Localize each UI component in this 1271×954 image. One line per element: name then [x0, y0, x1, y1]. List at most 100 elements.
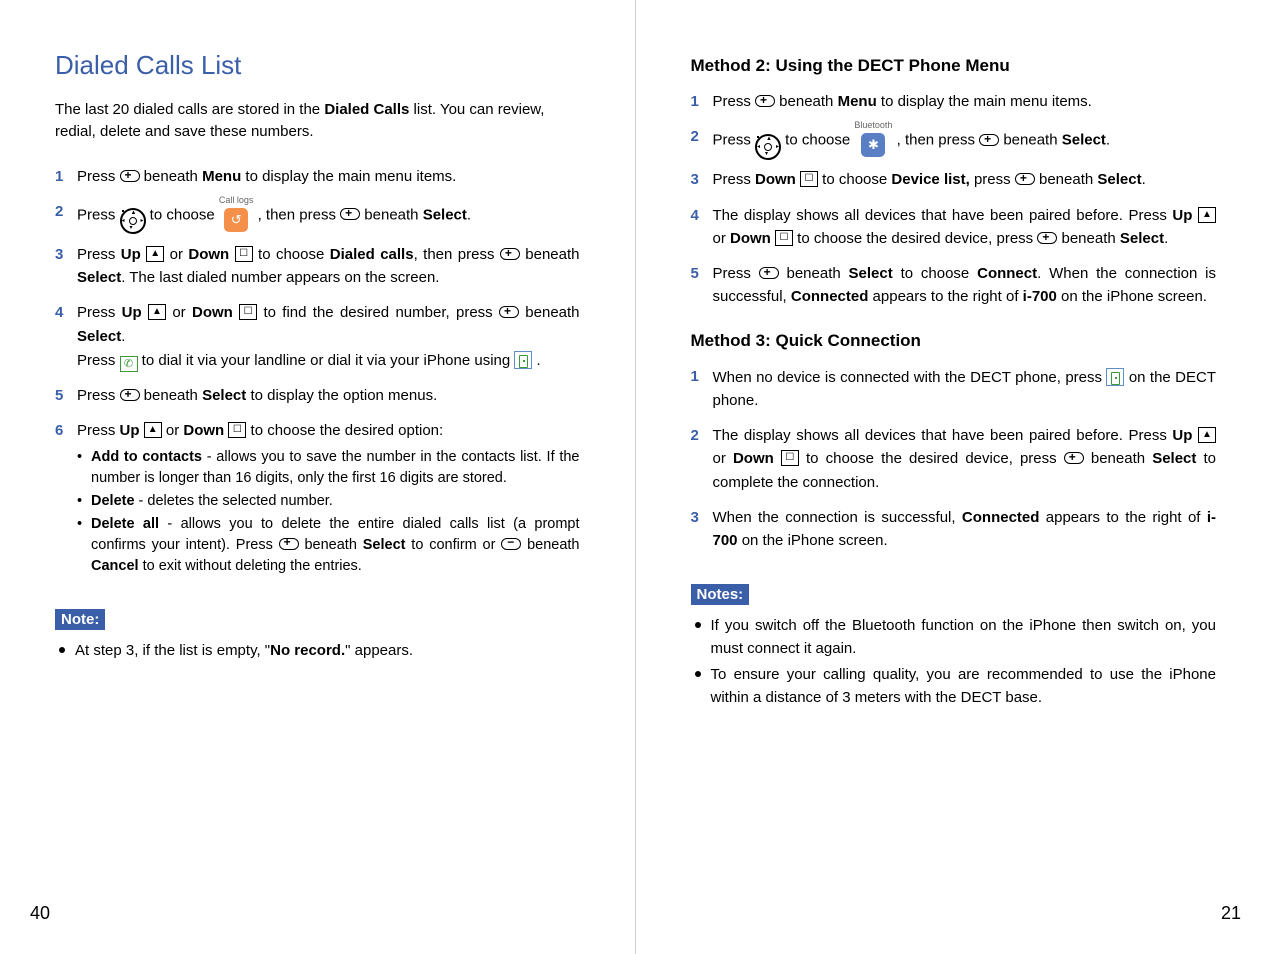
t: Press [713, 93, 756, 110]
t: or [713, 230, 731, 247]
intro-a: The last 20 dialed calls are stored in t… [55, 101, 324, 118]
t: The display shows all devices that have … [713, 427, 1173, 444]
step-4: 4 Press Up ▲ or Down ☐ to find the desir… [55, 301, 580, 372]
t: to confirm or [405, 537, 501, 553]
down-label: Down [733, 450, 774, 467]
t: press [970, 171, 1015, 188]
up-label: Up [1172, 207, 1192, 224]
notes-badge: Notes: [691, 584, 750, 605]
m2-step-1: 1 Press beneath Menu to display the main… [691, 90, 1217, 113]
intro-b: Dialed Calls [324, 101, 409, 118]
m3-step-2: 2 The display shows all devices that hav… [691, 424, 1217, 494]
softkey-plus-icon [1037, 232, 1057, 244]
t: Press [77, 206, 120, 223]
t: - deletes the selected number. [135, 493, 333, 509]
select-label: Select [849, 265, 893, 282]
menu-label: Menu [838, 93, 877, 110]
bluetooth-app-icon: Bluetooth✱ [854, 121, 892, 152]
connected-label: Connected [791, 288, 869, 305]
select-label: Select [202, 387, 246, 404]
t: Press [77, 387, 120, 404]
opt-delete-all: Delete all - allows you to delete the en… [77, 514, 580, 577]
down-key-icon: ☐ [235, 246, 253, 262]
t: beneath [999, 132, 1062, 149]
t: . [1164, 230, 1168, 247]
t: Delete all [91, 516, 159, 532]
up-key-icon: ▲ [146, 246, 164, 262]
softkey-plus-icon [759, 267, 779, 279]
t: to choose the desired option: [246, 422, 443, 439]
down-key-icon: ☐ [239, 304, 257, 320]
m2-step-5: 5 Press beneath Select to choose Connect… [691, 262, 1217, 309]
heading-dialed-calls: Dialed Calls List [55, 50, 580, 81]
down-label: Down [192, 304, 233, 321]
softkey-plus-icon [120, 389, 140, 401]
step-num: 3 [55, 243, 63, 266]
step-num: 3 [691, 506, 699, 529]
page-number-right: 21 [1221, 903, 1241, 924]
up-key-icon: ▲ [1198, 427, 1216, 443]
step-num: 5 [55, 384, 63, 407]
t: When no device is connected with the DEC… [713, 369, 1107, 386]
down-label: Down [730, 230, 771, 247]
t: Press [77, 304, 122, 321]
t: beneath [519, 304, 580, 321]
nav-ring-icon: ▲▾◂▸ [120, 208, 146, 234]
note-badge: Note: [55, 609, 105, 630]
note-item: To ensure your calling quality, you are … [691, 664, 1217, 709]
t: beneath [779, 265, 849, 282]
softkey-plus-icon [1064, 452, 1084, 464]
t: to display the main menu items. [241, 168, 456, 185]
step-num: 1 [691, 90, 699, 113]
t: Press [713, 265, 759, 282]
t: beneath [775, 93, 838, 110]
step6-options: Add to contacts - allows you to save the… [77, 447, 580, 577]
t: to choose [146, 206, 219, 223]
softkey-plus-icon [279, 538, 299, 550]
t: , then press [253, 206, 340, 223]
t: to dial it via your landline or dial it … [138, 352, 515, 369]
select-label: Select [1097, 171, 1141, 188]
step-5: 5 Press beneath Select to display the op… [55, 384, 580, 407]
t: to display the option menus. [246, 387, 437, 404]
up-label: Up [122, 304, 142, 321]
t: on the iPhone screen. [1057, 288, 1207, 305]
dialed-label: Dialed calls [330, 246, 414, 263]
t: to exit without deleting the entries. [139, 558, 362, 574]
down-label: Down [755, 171, 796, 188]
t: on the iPhone screen. [738, 532, 888, 549]
step-1: 1 Press beneath Menu to display the main… [55, 165, 580, 188]
step-num: 4 [691, 204, 699, 227]
t: to display the main menu items. [877, 93, 1092, 110]
model-label: i-700 [1023, 288, 1057, 305]
step-2: 2 Press ▲▾◂▸ to choose Call logs↺ , then… [55, 200, 580, 231]
t: , then press [414, 246, 500, 263]
softkey-plus-icon [755, 95, 775, 107]
t: or [713, 450, 733, 467]
notes-list-left: At step 3, if the list is empty, "No rec… [55, 640, 580, 663]
opt-delete: Delete - deletes the selected number. [77, 491, 580, 512]
t: When the connection is successful, [713, 509, 962, 526]
steps-method3: 1 When no device is connected with the D… [691, 365, 1217, 553]
t: Press [713, 132, 756, 149]
note-item: If you switch off the Bluetooth function… [691, 615, 1217, 660]
softkey-plus-icon [500, 248, 520, 260]
app-label: Bluetooth [854, 121, 892, 130]
t: The display shows all devices that have … [713, 207, 1173, 224]
m3-step-3: 3 When the connection is successful, Con… [691, 506, 1217, 553]
call-green-icon: ✆ [120, 356, 138, 372]
down-key-icon: ☐ [775, 230, 793, 246]
select-label: Select [423, 206, 467, 223]
step-num: 2 [691, 424, 699, 447]
t: " appears. [345, 642, 413, 659]
iphone-key-icon [1106, 368, 1124, 386]
t: beneath [520, 246, 580, 263]
down-key-icon: ☐ [228, 422, 246, 438]
down-label: Down [188, 246, 229, 263]
select-label: Select [363, 537, 406, 553]
select-label: Select [77, 328, 121, 345]
softkey-plus-icon [120, 170, 140, 182]
steps-left: 1 Press beneath Menu to display the main… [55, 165, 580, 577]
t: to choose the desired device, press [799, 450, 1064, 467]
step-num: 1 [691, 365, 699, 388]
